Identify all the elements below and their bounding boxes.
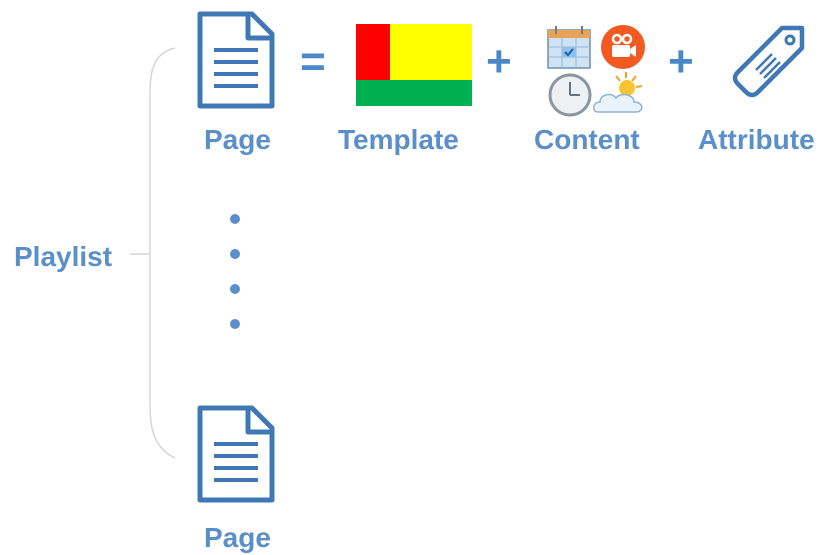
- attribute-label: Attribute: [698, 124, 815, 155]
- plus-operator-2: +: [668, 37, 694, 86]
- ellipsis-dot-1: [230, 214, 240, 224]
- content-label: Content: [534, 124, 640, 155]
- playlist-label: Playlist: [14, 241, 113, 272]
- page-label-top: Page: [204, 124, 271, 155]
- plus-operator-1: +: [486, 37, 512, 86]
- template-label: Template: [338, 124, 459, 155]
- ellipsis-dot-2: [230, 249, 240, 259]
- clock-icon: [548, 73, 592, 117]
- document-icon: [197, 11, 275, 109]
- weather-icon: [593, 72, 643, 113]
- playlist-bracket: [130, 47, 176, 459]
- calendar-icon: [547, 26, 591, 69]
- ellipsis-dot-3: [230, 284, 240, 294]
- document-icon: [197, 405, 275, 503]
- video-camera-icon: [601, 25, 645, 69]
- tag-icon: [732, 25, 805, 98]
- page-label-bottom: Page: [204, 522, 271, 553]
- equals-operator: =: [300, 37, 326, 86]
- template-layout-icon: [356, 24, 472, 106]
- ellipsis-dot-4: [230, 319, 240, 329]
